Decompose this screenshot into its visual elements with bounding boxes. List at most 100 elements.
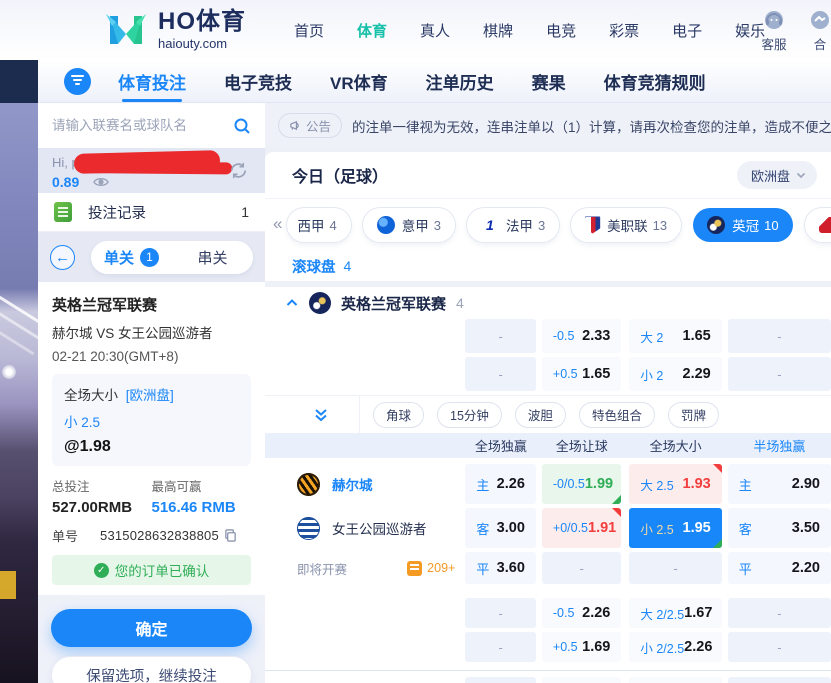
odds-row: - +0.5 1.65 小 2 2.29 - [265,357,831,391]
odds-cell-empty: - [728,598,831,628]
collapse-chevron-icon[interactable] [285,296,299,310]
odds-cell-ht-home[interactable]: 主 2.90 [728,464,831,504]
chevron-down-icon [795,169,807,181]
total-stake-value: 527.00RMB [52,499,152,516]
nav-live-casino[interactable]: 真人 [420,20,450,41]
odds-cell-empty: - [465,319,536,353]
sports-subnav: 体育投注 电子竞技 VR体育 注单历史 赛果 体育竞猜规则 [0,60,831,103]
subtab-corners[interactable]: 角球 [373,402,424,428]
odds-cell-empty: - [465,357,536,391]
rolling-label: 滚球盘 [292,256,336,277]
scroll-left-icon[interactable]: « [271,214,287,236]
odds-cell-under-selected[interactable]: 小 2.5 1.95 [629,508,721,548]
order-no-label: 单号 [52,526,78,545]
top-header: HO体育 haiouty.com 首页 体育 真人 棋牌 电竞 彩票 电子 娱乐… [0,0,831,60]
partner-button[interactable]: 合 [797,8,831,53]
copy-icon[interactable] [224,529,237,542]
odds-cell-handicap[interactable]: +0.5 1.69 [542,632,621,662]
odds-cell-empty: - [728,357,831,391]
stadium-background-image [0,103,38,683]
league-tab-laliga[interactable]: 西甲 4 [287,208,350,242]
bet-record-label: 投注记录 [88,202,241,223]
odds-cell-draw[interactable]: 平 3.60 [465,552,536,584]
tab-parlay-bet[interactable]: 串关 [172,247,253,268]
subnav-bet-history[interactable]: 注单历史 [426,69,494,94]
league-tab-mls[interactable]: 美职联 13 [571,208,681,242]
subnav-results[interactable]: 赛果 [532,69,566,94]
home-team-name[interactable]: 赫尔城 [332,474,373,494]
megaphone-icon [289,119,302,132]
odds-cell-away-handicap[interactable]: +0/0.5 1.91 [542,508,621,548]
match-status: 即将开赛 [297,559,347,578]
nav-board-games[interactable]: 棋牌 [483,20,513,41]
league-tab-primeira[interactable]: 葡超 5 [805,208,831,242]
match-row-away: 女王公园巡游者 客 3.00 +0/0.5 1.91 小 2.5 1.95 客 … [265,508,831,548]
league-tab-seriea[interactable]: 意甲 3 [363,208,455,242]
league-tab-championship[interactable]: 英冠 10 [693,208,792,242]
eye-icon[interactable] [93,174,109,190]
odds-cell-handicap[interactable]: +0.5 1.65 [542,357,621,391]
odds-cell-ht-away[interactable]: 客 3.50 [728,508,831,548]
search-icon[interactable] [233,117,251,135]
order-confirmed-text: 您的订单已确认 [115,560,210,580]
subtab-cards[interactable]: 罚牌 [668,402,719,428]
betslip-sidebar: Hi, p 0.89 投注记录 1 ← 单关 1 串关 英格兰冠军联赛 赫尔城 … [38,103,265,683]
subtab-15min[interactable]: 15分钟 [437,402,502,428]
odds-cell-total[interactable]: 小 2 2.29 [629,357,721,391]
odds-cell-empty: - [728,319,831,353]
nav-lottery[interactable]: 彩票 [609,20,639,41]
slip-pick: 小 2.5 [64,411,239,431]
single-bet-count-badge: 1 [140,248,159,267]
odds-cell-total[interactable]: 小 2/2.5 2.26 [629,632,721,662]
odds-cell-over[interactable]: 大 2.5 1.93 [629,464,721,504]
nav-slots[interactable]: 电子 [672,20,702,41]
odds-cell-home-win[interactable]: 主 2.26 [465,464,536,504]
nav-esports[interactable]: 电竞 [546,20,576,41]
subnav-vr-sports[interactable]: VR体育 [330,69,388,94]
refresh-icon[interactable] [228,160,249,181]
hull-city-logo-icon [297,473,320,496]
nav-home[interactable]: 首页 [294,20,324,41]
total-stake-label: 总投注 [52,476,152,495]
slip-selection-box: 全场大小 [欧洲盘] 小 2.5 @1.98 [52,374,251,466]
confirm-button[interactable]: 确定 [51,609,252,647]
filter-icon [71,75,84,88]
odds-cell-empty: - [542,552,621,584]
league-tab-ligue1[interactable]: 1 法甲 3 [467,208,559,242]
partner-icon [808,8,831,32]
column-full-time-handicap: 全场让球 [542,436,621,455]
odds-panel: 今日（足球） 欧洲盘 « 西甲 4 意甲 3 1 法甲 3 [265,152,831,683]
more-markets-button[interactable]: 209+ [407,561,455,576]
bet-record-row[interactable]: 投注记录 1 [38,193,265,232]
order-no-value: 5315028632838805 [100,528,219,543]
odds-cell-total[interactable]: 大 2/2.5 1.67 [629,598,721,628]
rolling-odds-row[interactable]: 滚球盘 4 [265,251,831,281]
subnav-corner [0,60,38,103]
search-input[interactable] [52,118,233,133]
odds-cell-home-handicap[interactable]: -0/0.5 1.99 [542,464,621,504]
odds-cell-total[interactable]: 大 2 1.65 [629,319,721,353]
keep-selection-button[interactable]: 保留选项，继续投注 [51,656,252,683]
odds-cell-ht-draw[interactable]: 平 2.20 [728,552,831,584]
odds-cell-away-win[interactable]: 客 3.00 [465,508,536,548]
brand-logo[interactable]: HO体育 haiouty.com [104,8,246,52]
column-full-time-result: 全场独赢 [466,436,536,455]
subnav-rules[interactable]: 体育竞猜规则 [604,69,706,94]
slip-odds: @1.98 [64,438,239,456]
double-chevron-down-icon[interactable] [313,407,329,423]
tab-single-bet[interactable]: 单关 1 [91,247,172,268]
odds-cell-handicap[interactable]: -0.5 2.26 [542,598,621,628]
subtab-correct-score[interactable]: 波胆 [515,402,566,428]
market-subtabs: 角球 15分钟 波胆 特色组合 罚牌 [265,396,831,433]
subnav-sports-betting[interactable]: 体育投注 [118,69,186,94]
nav-sports[interactable]: 体育 [357,20,387,41]
subtab-specials[interactable]: 特色组合 [579,402,655,428]
odds-type-select[interactable]: 欧洲盘 [737,161,817,189]
customer-service-button[interactable]: 客服 [751,8,797,53]
subnav-esports[interactable]: 电子竞技 [224,69,292,94]
slip-league-name: 英格兰冠军联赛 [52,294,251,315]
odds-cell-handicap[interactable]: -0.5 2.33 [542,319,621,353]
collapse-slip-button[interactable]: ← [50,245,75,270]
filter-button[interactable] [64,68,91,95]
away-team-name[interactable]: 女王公园巡游者 [332,518,427,538]
